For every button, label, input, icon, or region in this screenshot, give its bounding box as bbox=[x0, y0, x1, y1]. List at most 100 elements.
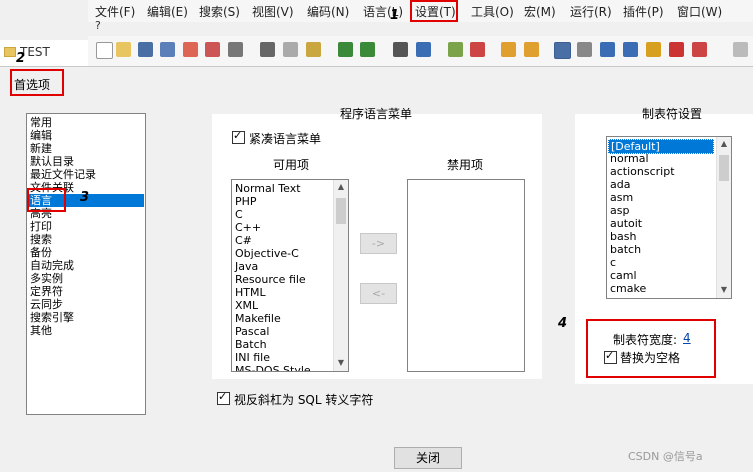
close-button[interactable]: 关闭 bbox=[394, 447, 462, 469]
available-languages-list[interactable]: Normal Text PHP C C++ C# Objective-C Jav… bbox=[231, 179, 349, 372]
zoom-out-icon[interactable] bbox=[470, 42, 485, 57]
show-all-chars-icon[interactable] bbox=[577, 42, 592, 57]
available-item[interactable]: C bbox=[235, 208, 243, 221]
tab-language-list[interactable]: [Default] normal actionscript ada asm as… bbox=[606, 136, 732, 299]
available-item[interactable]: INI file bbox=[235, 351, 270, 364]
tab-language-item[interactable]: c bbox=[610, 256, 616, 269]
available-item[interactable]: Normal Text bbox=[235, 182, 301, 195]
menu-search[interactable]: 搜索(S) bbox=[199, 3, 240, 20]
tab-settings-title: 制表符设置 bbox=[642, 107, 703, 121]
available-item[interactable]: C# bbox=[235, 234, 252, 247]
category-item[interactable]: 其他 bbox=[30, 324, 52, 337]
tab-list-scrollbar[interactable]: ▲ ▼ bbox=[716, 137, 731, 298]
close-file-icon[interactable] bbox=[183, 42, 198, 57]
category-item[interactable]: 最近文件记录 bbox=[30, 168, 96, 181]
tab-language-item[interactable]: autoit bbox=[610, 217, 642, 230]
udl-icon[interactable] bbox=[623, 42, 638, 57]
scroll-up-arrow-icon[interactable]: ▲ bbox=[717, 139, 731, 148]
tab-language-item[interactable]: caml bbox=[610, 269, 637, 282]
available-item[interactable]: Pascal bbox=[235, 325, 269, 338]
category-item[interactable]: 搜索引擎 bbox=[30, 311, 74, 324]
disabled-title: 禁用项 bbox=[447, 158, 484, 172]
compact-menu-checkbox[interactable] bbox=[232, 129, 245, 144]
print-icon[interactable] bbox=[228, 42, 243, 57]
find-icon[interactable] bbox=[393, 42, 408, 57]
menu-encoding[interactable]: 编码(N) bbox=[307, 3, 349, 20]
undo-icon[interactable] bbox=[338, 42, 353, 57]
sync-horizontal-icon[interactable] bbox=[524, 42, 539, 57]
indent-guide-icon[interactable] bbox=[600, 42, 615, 57]
language-menu-title: 程序语言菜单 bbox=[340, 107, 413, 121]
tab-language-item[interactable]: cmake bbox=[610, 282, 646, 295]
redo-icon[interactable] bbox=[360, 42, 375, 57]
menu-tools[interactable]: 工具(O) bbox=[471, 3, 514, 20]
category-item[interactable]: 云同步 bbox=[30, 298, 63, 311]
save-all-icon[interactable] bbox=[160, 42, 175, 57]
annotation-box-language bbox=[27, 188, 66, 212]
category-list[interactable]: 常用 编辑 新建 默认目录 最近文件记录 文件关联 语言 高亮 打印 搜索 备份… bbox=[26, 113, 146, 415]
scroll-down-arrow-icon[interactable]: ▼ bbox=[717, 285, 731, 294]
folder-icon bbox=[4, 47, 16, 57]
close-all-icon[interactable] bbox=[205, 42, 220, 57]
available-item[interactable]: Objective-C bbox=[235, 247, 299, 260]
category-item[interactable]: 默认目录 bbox=[30, 155, 74, 168]
open-file-icon[interactable] bbox=[116, 42, 131, 57]
menu-run[interactable]: 运行(R) bbox=[570, 3, 612, 20]
available-list-scrollbar[interactable]: ▲ ▼ bbox=[333, 180, 348, 371]
watermark: CSDN @信号a bbox=[628, 450, 703, 463]
function-list-icon[interactable] bbox=[669, 42, 684, 57]
word-wrap-icon[interactable] bbox=[554, 42, 571, 59]
disabled-languages-list[interactable] bbox=[407, 179, 525, 372]
copy-icon[interactable] bbox=[283, 42, 298, 57]
menu-help[interactable]: ? bbox=[95, 19, 101, 32]
doc-map-icon[interactable] bbox=[646, 42, 661, 57]
scroll-down-arrow-icon[interactable]: ▼ bbox=[334, 358, 348, 367]
sql-escape-checkbox[interactable] bbox=[217, 390, 230, 405]
category-item[interactable]: 自动完成 bbox=[30, 259, 74, 272]
tab-language-item[interactable]: batch bbox=[610, 243, 641, 256]
category-item[interactable]: 搜索 bbox=[30, 233, 52, 246]
available-item[interactable]: Batch bbox=[235, 338, 267, 351]
zoom-in-icon[interactable] bbox=[448, 42, 463, 57]
tab-language-item[interactable]: bash bbox=[610, 230, 636, 243]
available-item[interactable]: Makefile bbox=[235, 312, 281, 325]
category-item[interactable]: 编辑 bbox=[30, 129, 52, 142]
available-item[interactable]: C++ bbox=[235, 221, 261, 234]
category-item[interactable]: 备份 bbox=[30, 246, 52, 259]
category-item[interactable]: 打印 bbox=[30, 220, 52, 233]
menu-macro[interactable]: 宏(M) bbox=[524, 3, 556, 20]
cut-icon[interactable] bbox=[260, 42, 275, 57]
scroll-thumb[interactable] bbox=[719, 155, 729, 181]
available-item[interactable]: HTML bbox=[235, 286, 266, 299]
available-item[interactable]: Resource file bbox=[235, 273, 306, 286]
category-item[interactable]: 新建 bbox=[30, 142, 52, 155]
scroll-thumb[interactable] bbox=[336, 198, 346, 224]
available-item[interactable]: PHP bbox=[235, 195, 257, 208]
category-item[interactable]: 常用 bbox=[30, 116, 52, 129]
toolbar-more-icon[interactable] bbox=[733, 42, 748, 57]
tab-language-item[interactable]: ada bbox=[610, 178, 630, 191]
category-item[interactable]: 多实例 bbox=[30, 272, 63, 285]
menu-window[interactable]: 窗口(W) bbox=[677, 3, 722, 20]
replace-icon[interactable] bbox=[416, 42, 431, 57]
category-item[interactable]: 定界符 bbox=[30, 285, 63, 298]
menu-plugins[interactable]: 插件(P) bbox=[623, 3, 664, 20]
sync-vertical-icon[interactable] bbox=[501, 42, 516, 57]
new-file-icon[interactable] bbox=[96, 42, 113, 59]
available-item[interactable]: XML bbox=[235, 299, 258, 312]
tab-language-item[interactable]: asp bbox=[610, 204, 629, 217]
paste-icon[interactable] bbox=[306, 42, 321, 57]
tab-language-item[interactable]: asm bbox=[610, 191, 633, 204]
menu-edit[interactable]: 编辑(E) bbox=[147, 3, 188, 20]
tab-language-item[interactable]: actionscript bbox=[610, 165, 675, 178]
scroll-up-arrow-icon[interactable]: ▲ bbox=[334, 182, 348, 191]
add-language-button[interactable]: -> bbox=[360, 233, 397, 254]
available-item[interactable]: MS-DOS Style bbox=[235, 364, 311, 371]
menu-view[interactable]: 视图(V) bbox=[252, 3, 294, 20]
folder-workspace-icon[interactable] bbox=[692, 42, 707, 57]
menu-file[interactable]: 文件(F) bbox=[95, 3, 135, 20]
available-item[interactable]: Java bbox=[235, 260, 258, 273]
remove-language-button[interactable]: <- bbox=[360, 283, 397, 304]
save-icon[interactable] bbox=[138, 42, 153, 57]
tab-language-item[interactable]: normal bbox=[610, 152, 649, 165]
